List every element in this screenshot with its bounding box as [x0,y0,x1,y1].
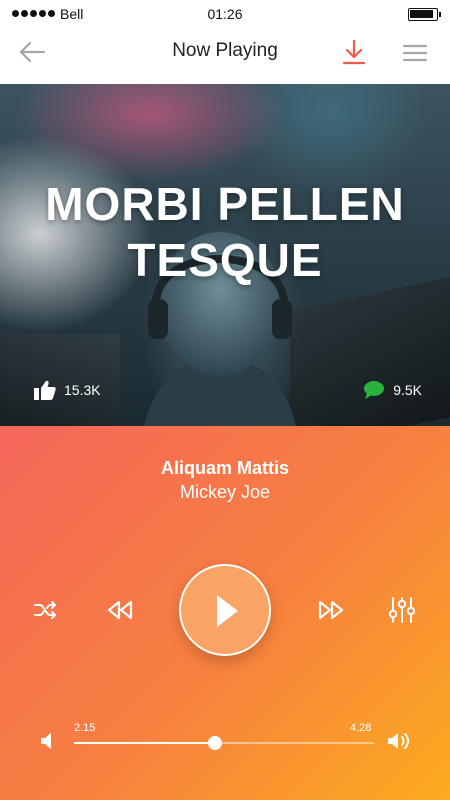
comments-count: 9.5K [393,382,422,398]
artist-name: Aliquam Mattis [160,458,289,478]
comments-button[interactable]: 9.5K [363,380,422,400]
volume-low-icon[interactable] [40,732,54,750]
elapsed-time: 2.15 [74,722,96,734]
likes-button[interactable]: 15.3K [34,380,101,400]
equalizer-icon[interactable] [388,596,416,624]
status-bar: Bell 01:26 [0,0,450,30]
menu-icon[interactable] [401,42,429,64]
likes-count: 15.3K [64,382,101,398]
player-panel: Aliquam Mattis Mickey Joe 2.15 4.28 [0,426,450,800]
total-time: 4.28 [350,722,372,734]
album-title: MORBI PELLEN TESQUE [45,178,405,286]
progress-thumb[interactable] [208,736,222,750]
rewind-icon[interactable] [107,599,133,621]
app-header: Now Playing [0,30,450,84]
clock: 01:26 [207,6,243,22]
shuffle-icon[interactable] [34,600,58,620]
progress-fill [74,742,215,744]
battery-icon [408,8,441,21]
thumbs-up-icon [34,380,56,400]
progress-slider[interactable] [74,736,374,750]
song-title: Mickey Joe [179,482,271,502]
volume-high-icon[interactable] [387,731,413,751]
fast-forward-icon[interactable] [318,599,344,621]
play-icon [217,595,238,627]
comment-icon [364,381,385,399]
album-artwork: MORBI PELLEN TESQUE 15.3K 9.5K [0,84,450,426]
play-button[interactable] [179,564,271,656]
page-title: Now Playing [172,40,278,61]
download-icon[interactable] [340,38,368,66]
